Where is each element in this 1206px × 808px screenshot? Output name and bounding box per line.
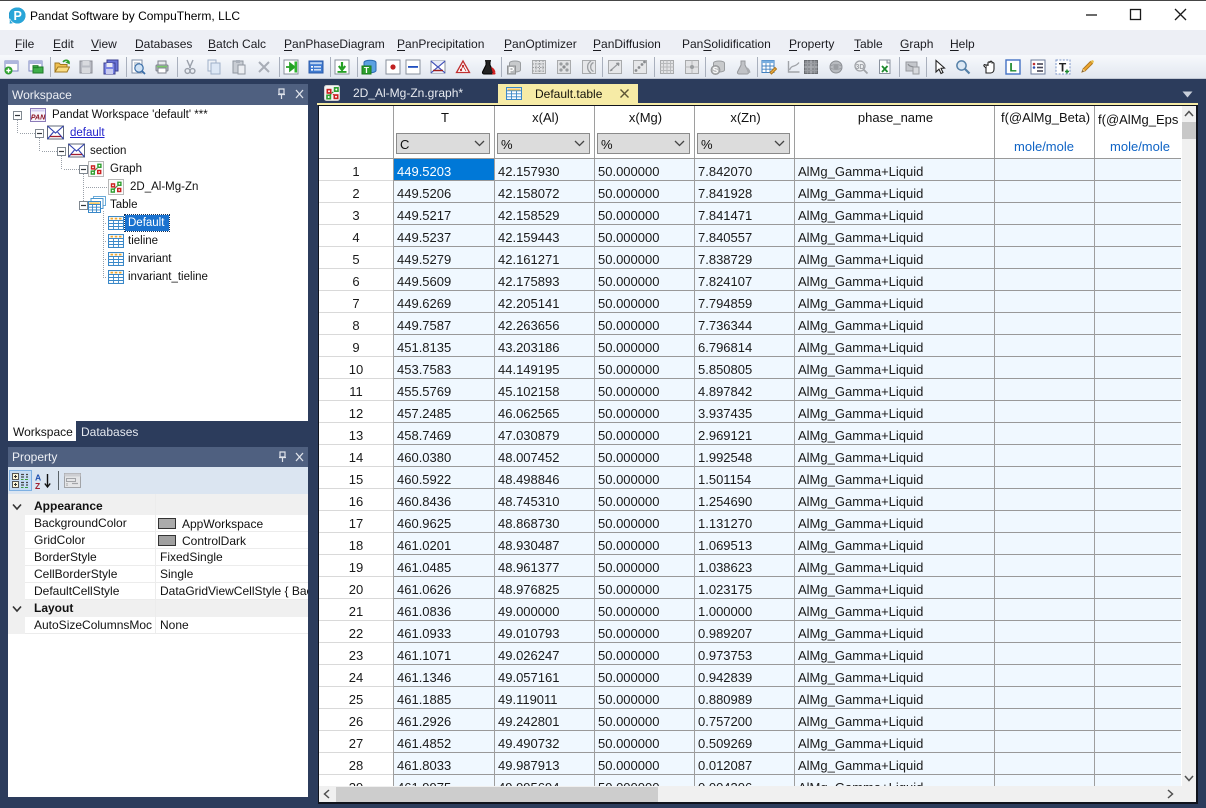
svg-text:P: P [509,65,515,75]
svg-text:Z: Z [35,481,40,489]
svg-text:3D: 3D [855,64,864,71]
svg-text:PAN: PAN [31,115,46,122]
svg-text:S: S [713,65,719,75]
svg-text:T: T [364,65,370,75]
svg-text:P: P [14,9,22,23]
svg-text:T: T [1059,61,1067,75]
svg-text:L: L [1009,61,1016,75]
